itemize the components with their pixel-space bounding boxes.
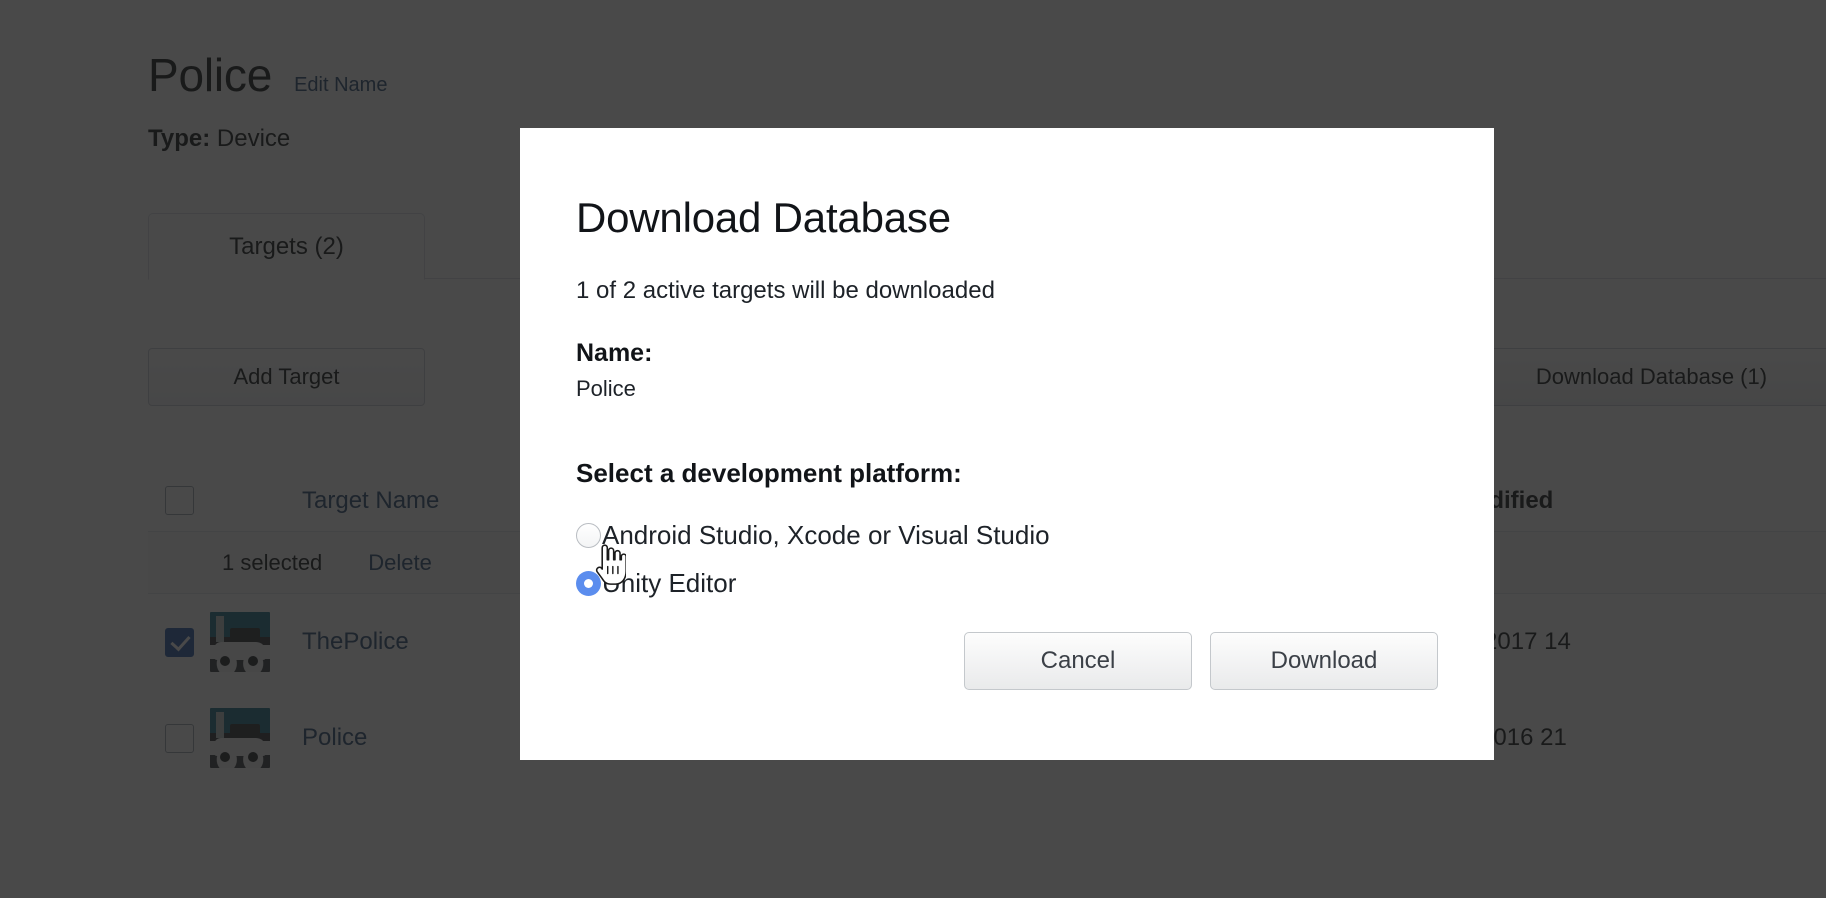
name-field-label: Name: (576, 339, 653, 367)
platform-section-label: Select a development platform: (576, 458, 962, 488)
download-button[interactable]: Download (1210, 632, 1438, 690)
radio-unselected-icon[interactable] (576, 522, 601, 548)
cancel-button[interactable]: Cancel (964, 632, 1192, 690)
dialog-title: Download Database (576, 194, 951, 241)
platform-option-native[interactable]: Android Studio, Xcode or Visual Studio (576, 511, 1438, 559)
platform-radio-group: Android Studio, Xcode or Visual Studio U… (576, 511, 1438, 607)
dialog-actions: Cancel Download (964, 632, 1438, 690)
name-field-value: Police (576, 376, 636, 401)
cancel-button-label: Cancel (1040, 647, 1116, 674)
platform-option-native-label: Android Studio, Xcode or Visual Studio (602, 519, 1050, 550)
download-button-label: Download (1270, 647, 1378, 674)
platform-option-unity-label: Unity Editor (602, 567, 737, 598)
download-database-dialog: Download Database 1 of 2 active targets … (520, 128, 1494, 760)
radio-selected-icon[interactable] (576, 570, 601, 596)
dialog-subtitle: 1 of 2 active targets will be downloaded (576, 277, 995, 304)
platform-option-unity[interactable]: Unity Editor (576, 559, 1438, 607)
